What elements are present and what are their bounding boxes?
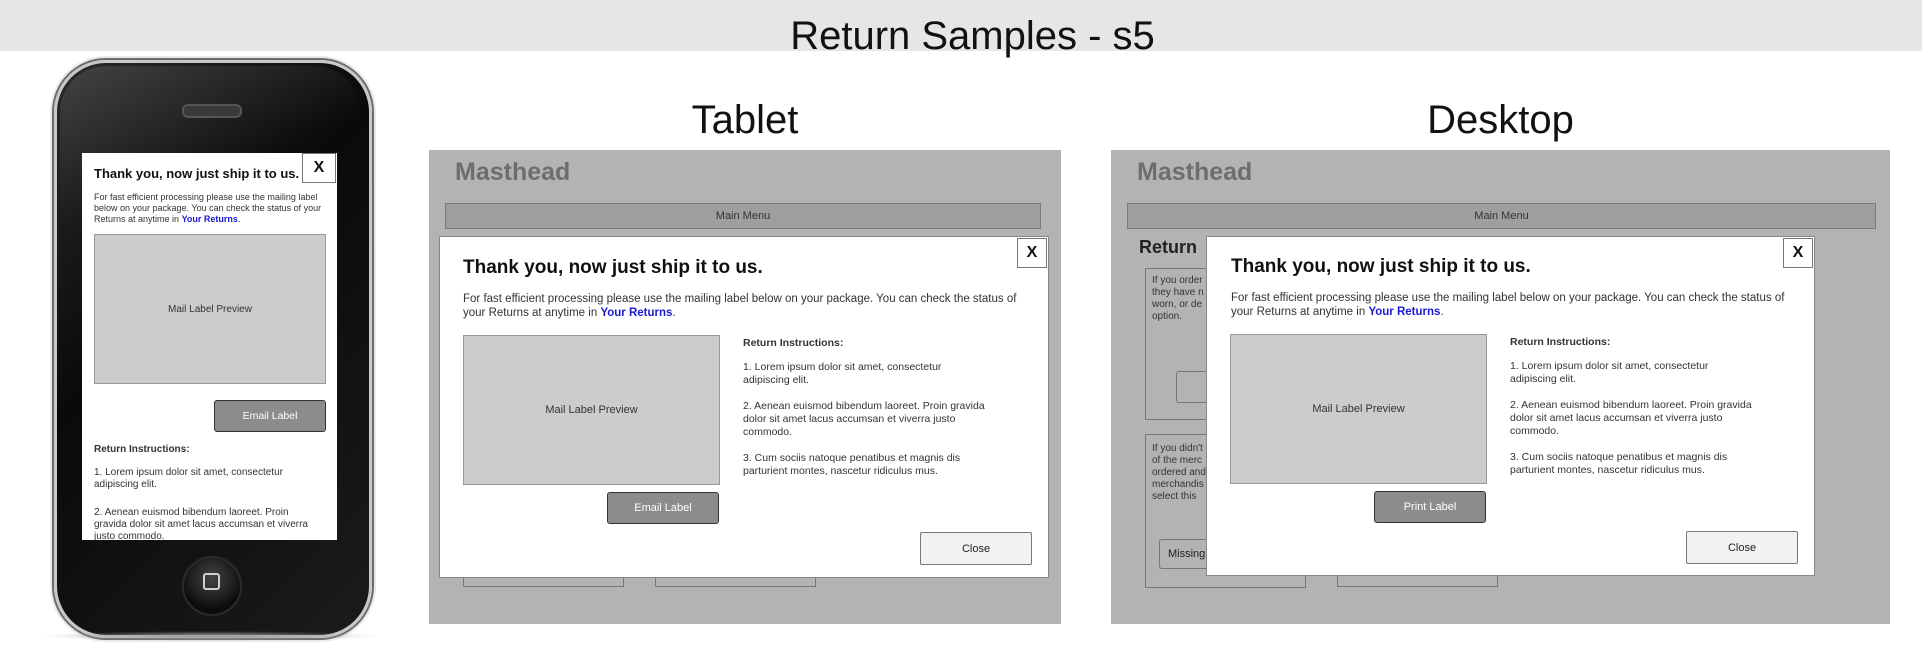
desktop-modal-body: For fast efficient processing please use… <box>1231 292 1785 318</box>
desktop-masthead: Masthead <box>1137 158 1253 186</box>
desktop-instructions-heading: Return Instructions: <box>1510 336 1611 348</box>
desktop-mail-label-preview: Mail Label Preview <box>1230 334 1487 484</box>
bg-text-line: of the merc <box>1152 455 1203 466</box>
phone-screen: Thank you, now just ship it to us. X For… <box>82 153 337 540</box>
home-square-icon <box>203 573 220 590</box>
tablet-instructions-heading: Return Instructions: <box>743 337 844 349</box>
desktop-modal-title: Thank you, now just ship it to us. <box>1231 256 1531 277</box>
tablet-modal-title: Thank you, now just ship it to us. <box>463 257 763 278</box>
mobile-modal-body: For fast efficient processing please use… <box>94 192 322 224</box>
desktop-instruction-item: 2. Aenean euismod bibendum laoreet. Proi… <box>1510 399 1752 437</box>
tablet-section-title: Tablet <box>691 98 799 142</box>
desktop-print-label-button[interactable]: Print Label <box>1374 491 1486 523</box>
bg-text-line: merchandis <box>1152 479 1204 490</box>
desktop-your-returns-link[interactable]: Your Returns <box>1368 306 1440 318</box>
mobile-modal-title: Thank you, now just ship it to us. <box>94 166 300 181</box>
desktop-instruction-item: 1. Lorem ipsum dolor sit amet, consectet… <box>1510 360 1709 385</box>
desktop-section-title: Desktop <box>1427 98 1574 142</box>
desktop-close-button[interactable]: Close <box>1686 531 1798 564</box>
tablet-modal-body: For fast efficient processing please use… <box>463 293 1017 319</box>
tablet-email-label-button[interactable]: Email Label <box>607 492 719 524</box>
bg-text-line: option. <box>1152 311 1183 322</box>
tablet-main-menu[interactable]: Main Menu <box>445 203 1041 229</box>
tablet-mail-label-preview: Mail Label Preview <box>463 335 720 485</box>
bg-text-line: If you order <box>1152 275 1203 286</box>
mobile-close-x-button[interactable]: X <box>302 153 336 183</box>
desktop-main-menu[interactable]: Main Menu <box>1127 203 1876 229</box>
mobile-instructions-heading: Return Instructions: <box>94 444 190 455</box>
bg-text-line: they have n <box>1152 287 1204 298</box>
desktop-background-button <box>1176 371 1207 403</box>
desktop-modal: Thank you, now just ship it to us. X For… <box>1206 236 1815 576</box>
phone-speaker <box>182 104 242 118</box>
tablet-instruction-item: 3. Cum sociis natoque penatibus et magni… <box>743 452 961 477</box>
bg-text-line: worn, or de <box>1152 299 1203 310</box>
desktop-missing-button: Missing <box>1159 539 1211 569</box>
mobile-mail-label-preview: Mail Label Preview <box>94 234 326 384</box>
desktop-close-x-button[interactable]: X <box>1783 238 1813 268</box>
tablet-close-button[interactable]: Close <box>920 532 1032 565</box>
mobile-instruction-item: 1. Lorem ipsum dolor sit amet, consectet… <box>94 467 283 490</box>
mobile-instruction-item: 2. Aenean euismod bibendum laoreet. Proi… <box>94 507 308 540</box>
desktop-background-box: If you order they have n worn, or de opt… <box>1145 268 1207 420</box>
tablet-modal: Thank you, now just ship it to us. X For… <box>439 236 1049 578</box>
tablet-masthead: Masthead <box>455 158 571 186</box>
bg-text-line: If you didn't <box>1152 443 1203 454</box>
tablet-close-x-button[interactable]: X <box>1017 238 1047 268</box>
phone-shadow <box>40 631 380 641</box>
mobile-email-label-button[interactable]: Email Label <box>214 400 326 432</box>
page-title: Return Samples - s5 <box>790 14 1155 58</box>
desktop-background-heading: Return <box>1139 237 1197 257</box>
tablet-your-returns-link[interactable]: Your Returns <box>600 307 672 319</box>
mobile-your-returns-link[interactable]: Your Returns <box>182 214 238 224</box>
tablet-instruction-item: 1. Lorem ipsum dolor sit amet, consectet… <box>743 361 942 386</box>
tablet-instruction-item: 2. Aenean euismod bibendum laoreet. Proi… <box>743 400 985 438</box>
desktop-instruction-item: 3. Cum sociis natoque penatibus et magni… <box>1510 451 1728 476</box>
bg-text-line: ordered and <box>1152 467 1206 478</box>
bg-text-line: select this <box>1152 491 1197 502</box>
